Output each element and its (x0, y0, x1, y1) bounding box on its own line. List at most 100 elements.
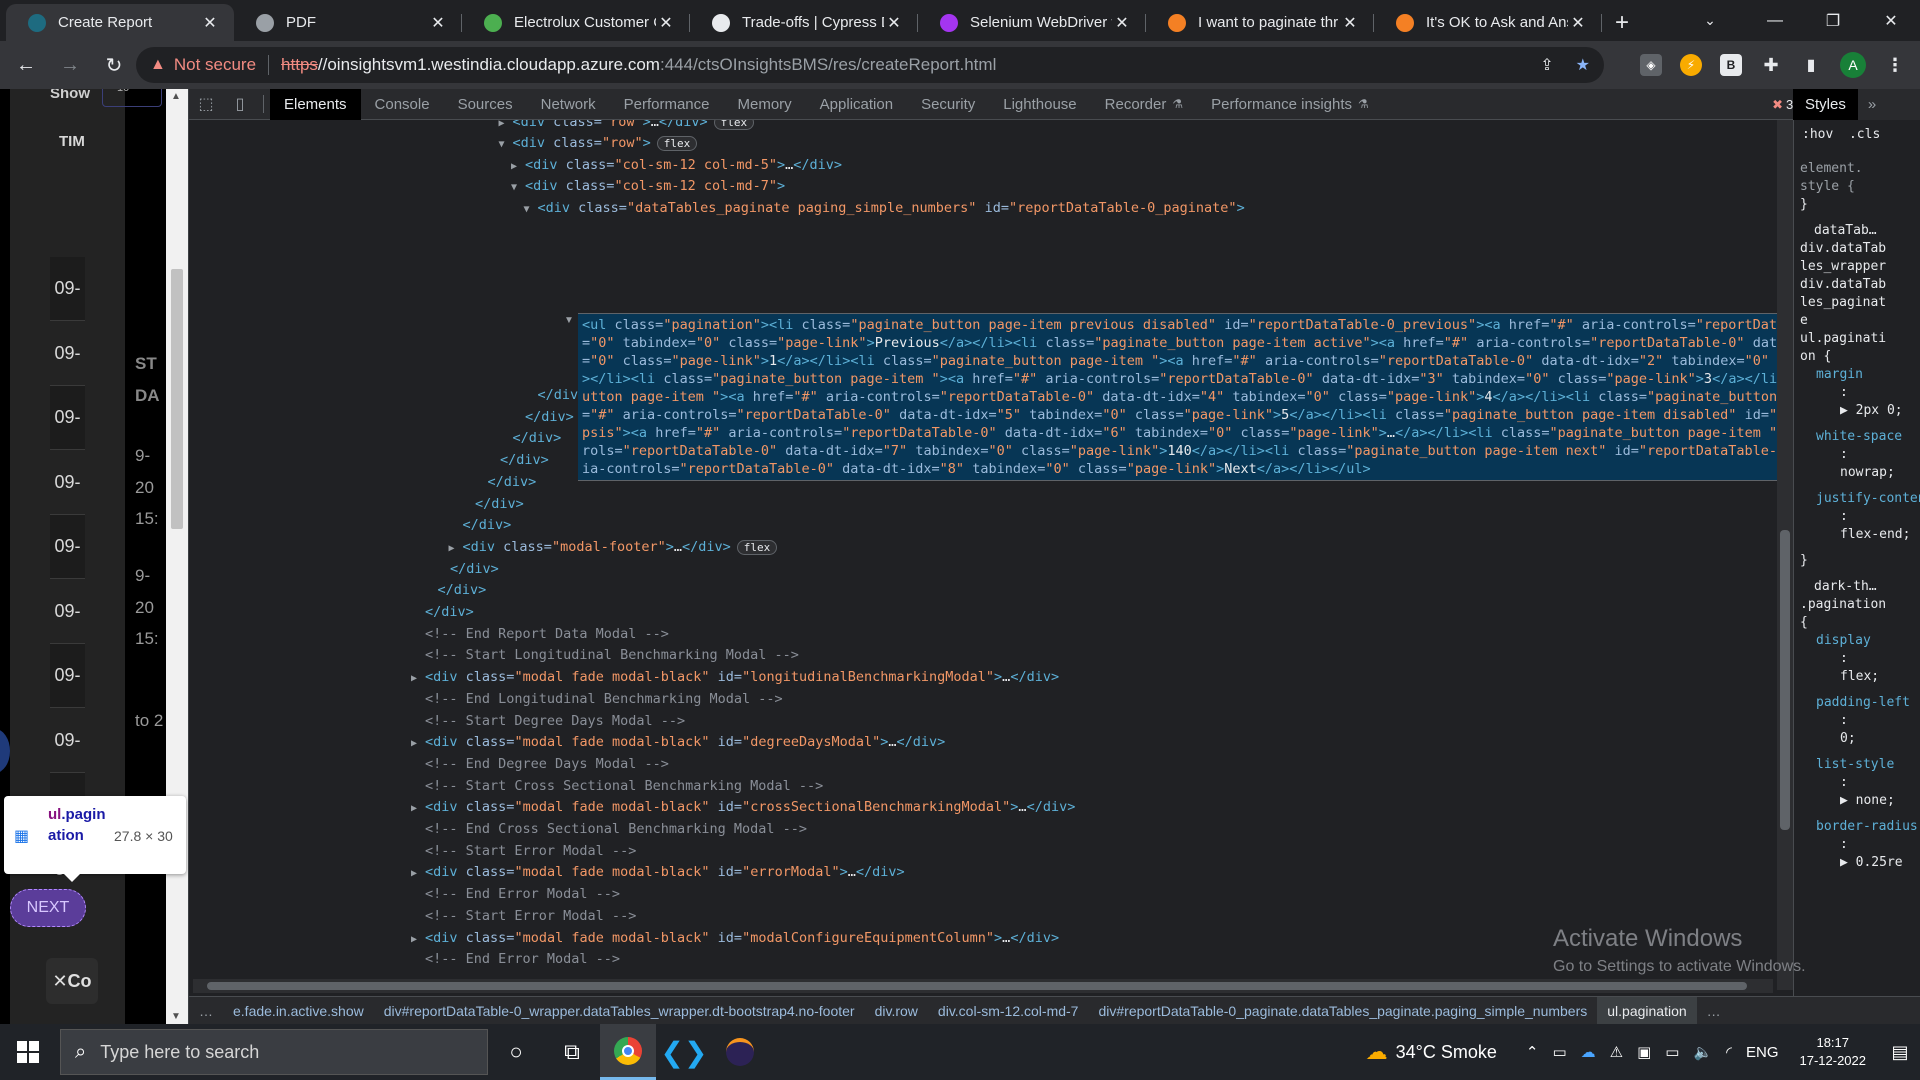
expand-icon[interactable]: ▶ (411, 668, 425, 689)
page-scrollbar[interactable]: ▲ ▼ (166, 89, 188, 1024)
notifications-icon[interactable]: ▤ (1880, 1042, 1920, 1063)
onedrive-icon[interactable]: ☁ (1581, 1043, 1596, 1061)
dom-node[interactable]: ▶ <div class="modal fade modal-black" id=… (411, 667, 1059, 688)
browser-tab[interactable]: Trade-offs | Cypress D ✕ (690, 4, 918, 41)
dom-node[interactable]: <!-- Start Error Modal --> (425, 841, 636, 862)
tab-recorder[interactable]: Recorder ⚗ (1091, 89, 1197, 120)
device-toolbar-icon[interactable]: ▯ (223, 89, 257, 120)
scrollbar-thumb[interactable] (171, 269, 183, 529)
scrollbar-thumb[interactable] (207, 982, 1747, 990)
dom-node[interactable]: </div> (500, 450, 549, 471)
dom-node[interactable]: <!-- Start Cross Sectional Benchmarking … (425, 776, 823, 797)
address-bar[interactable]: ▲ Not secure https//oinsightsvm1.westind… (136, 47, 1604, 83)
weather-widget[interactable]: ☁ 34°C Smoke (1366, 1039, 1497, 1065)
tab-lighthouse[interactable]: Lighthouse (989, 89, 1090, 120)
bookmark-star-icon[interactable]: ★ (1576, 55, 1590, 75)
breadcrumb-item[interactable]: div.col-sm-12.col-md-7 (928, 1003, 1089, 1019)
elements-horizontal-scrollbar[interactable] (193, 979, 1773, 993)
breadcrumb-item[interactable]: … (1697, 1003, 1731, 1019)
collapse-icon[interactable]: ▼ (511, 177, 525, 198)
dom-node[interactable]: </div> (425, 602, 474, 623)
dom-node[interactable]: <!-- End Error Modal --> (425, 949, 620, 970)
cortana-icon[interactable]: ○ (488, 1024, 544, 1080)
dom-node[interactable]: <!-- End Degree Days Modal --> (425, 754, 669, 775)
inspect-element-icon[interactable]: ⬚ (189, 89, 223, 120)
browser-tab[interactable]: Electrolux Customer C ✕ (462, 4, 690, 41)
tab-performance[interactable]: Performance (610, 89, 724, 120)
dom-node[interactable]: </div> (450, 559, 499, 580)
chrome-taskbar-icon[interactable] (600, 1024, 656, 1080)
close-tab-icon[interactable]: ✕ (1112, 13, 1132, 33)
flex-badge[interactable]: flex (713, 120, 755, 130)
dom-node[interactable]: ▶ <div class="modal fade modal-black" id=… (411, 862, 905, 883)
dom-node[interactable]: </div> (525, 407, 574, 428)
tab-console[interactable]: Console (361, 89, 444, 120)
expand-collapse-icon[interactable]: ▼ (564, 315, 574, 326)
browser-tab[interactable]: PDF ✕ (234, 4, 462, 41)
class-toggle[interactable]: .cls (1833, 127, 1880, 142)
tab-performance-insights[interactable]: Performance insights ⚗ (1197, 89, 1383, 120)
start-button[interactable] (0, 1024, 56, 1080)
volume-icon[interactable]: 🔈 (1693, 1043, 1712, 1061)
back-button[interactable]: ← (8, 47, 44, 83)
breadcrumb-item[interactable]: e.fade.in.active.show (223, 1003, 374, 1019)
close-tab-icon[interactable]: ✕ (884, 13, 904, 33)
show-hidden-icons[interactable]: ⌃ (1526, 1043, 1539, 1061)
elements-vertical-scrollbar[interactable] (1777, 120, 1793, 990)
browser-tab[interactable]: Create Report ✕ (6, 4, 234, 41)
close-modal-button[interactable]: ✕Co (46, 958, 98, 1004)
network-alert-icon[interactable]: ⚠ (1610, 1043, 1623, 1061)
dom-node[interactable]: <!-- End Longitudinal Benchmarking Modal… (425, 689, 783, 710)
scrollbar-thumb[interactable] (1780, 530, 1790, 830)
show-entries-select[interactable]: 10 (102, 89, 162, 107)
dom-node[interactable]: </div> (438, 580, 487, 601)
expand-icon[interactable]: ▶ (449, 538, 463, 559)
task-view-icon[interactable]: ⧉ (544, 1024, 600, 1080)
side-panel-icon[interactable]: ▮ (1800, 54, 1822, 76)
expand-icon[interactable]: ▶ (411, 863, 425, 884)
tab-styles[interactable]: Styles (1793, 89, 1858, 120)
flex-badge[interactable]: flex (656, 136, 698, 151)
next-page-button[interactable]: NEXT (10, 889, 86, 927)
security-label[interactable]: Not secure (174, 55, 256, 75)
breadcrumb-item[interactable]: … (189, 1003, 223, 1019)
expand-icon[interactable]: ▶ (511, 156, 525, 177)
expand-icon[interactable]: ▶ (411, 798, 425, 819)
extension-icon[interactable]: ◈ (1640, 54, 1662, 76)
reload-button[interactable]: ↻ (96, 47, 132, 83)
dom-node[interactable]: <!-- Start Longitudinal Benchmarking Mod… (425, 645, 799, 666)
share-icon[interactable]: ⇪ (1540, 55, 1553, 75)
collapse-icon[interactable]: ▼ (499, 134, 513, 155)
dom-node[interactable]: ▶ <div class="modal fade modal-black" id=… (411, 732, 945, 753)
close-window-icon[interactable]: ✕ (1862, 0, 1920, 41)
minimize-icon[interactable]: — (1746, 0, 1804, 41)
breadcrumb-item[interactable]: div#reportDataTable-0_wrapper.dataTables… (374, 1003, 865, 1019)
tab-memory[interactable]: Memory (724, 89, 806, 120)
tab-application[interactable]: Application (806, 89, 907, 120)
dom-node[interactable]: ▶ <div class="modal fade modal-black" id=… (411, 928, 1059, 949)
meet-now-icon[interactable]: ▭ (1552, 1043, 1566, 1061)
vscode-taskbar-icon[interactable]: ❮❯ (656, 1024, 712, 1080)
dom-node[interactable]: ▼ <div class="col-sm-12 col-md-7"> (511, 176, 785, 197)
restore-icon[interactable]: ❐ (1804, 0, 1862, 41)
close-tab-icon[interactable]: ✕ (428, 13, 448, 33)
dom-node[interactable]: <!-- Start Degree Days Modal --> (425, 711, 685, 732)
tab-network[interactable]: Network (527, 89, 610, 120)
dom-node[interactable]: <!-- End Cross Sectional Benchmarking Mo… (425, 819, 807, 840)
breadcrumb-item[interactable]: div.row (865, 1003, 928, 1019)
breadcrumb-item[interactable]: div#reportDataTable-0_paginate.dataTable… (1088, 1003, 1597, 1019)
new-tab-button[interactable]: + (1602, 4, 1642, 41)
language-indicator[interactable]: ENG (1746, 1044, 1779, 1061)
puzzle-icon[interactable]: ✚ (1760, 54, 1782, 76)
dom-node[interactable]: ▶ <div class="modal-footer">…</div> flex (449, 537, 778, 558)
dom-node[interactable]: ▶ <div class="col-sm-12 col-md-5">…</div> (511, 155, 842, 176)
dom-node[interactable]: <!-- End Report Data Modal --> (425, 624, 669, 645)
clock[interactable]: 18:17 17-12-2022 (1800, 1034, 1867, 1070)
expand-icon[interactable]: ▶ (499, 120, 513, 134)
browser-tab[interactable]: Selenium WebDriver w ✕ (918, 4, 1146, 41)
dom-node[interactable]: </div> (488, 472, 537, 493)
close-tab-icon[interactable]: ✕ (1568, 13, 1588, 33)
flex-badge[interactable]: flex (736, 539, 778, 555)
browser-tab[interactable]: I want to paginate thr ✕ (1146, 4, 1374, 41)
menu-kebab-icon[interactable]: ⋮ (1884, 54, 1906, 76)
